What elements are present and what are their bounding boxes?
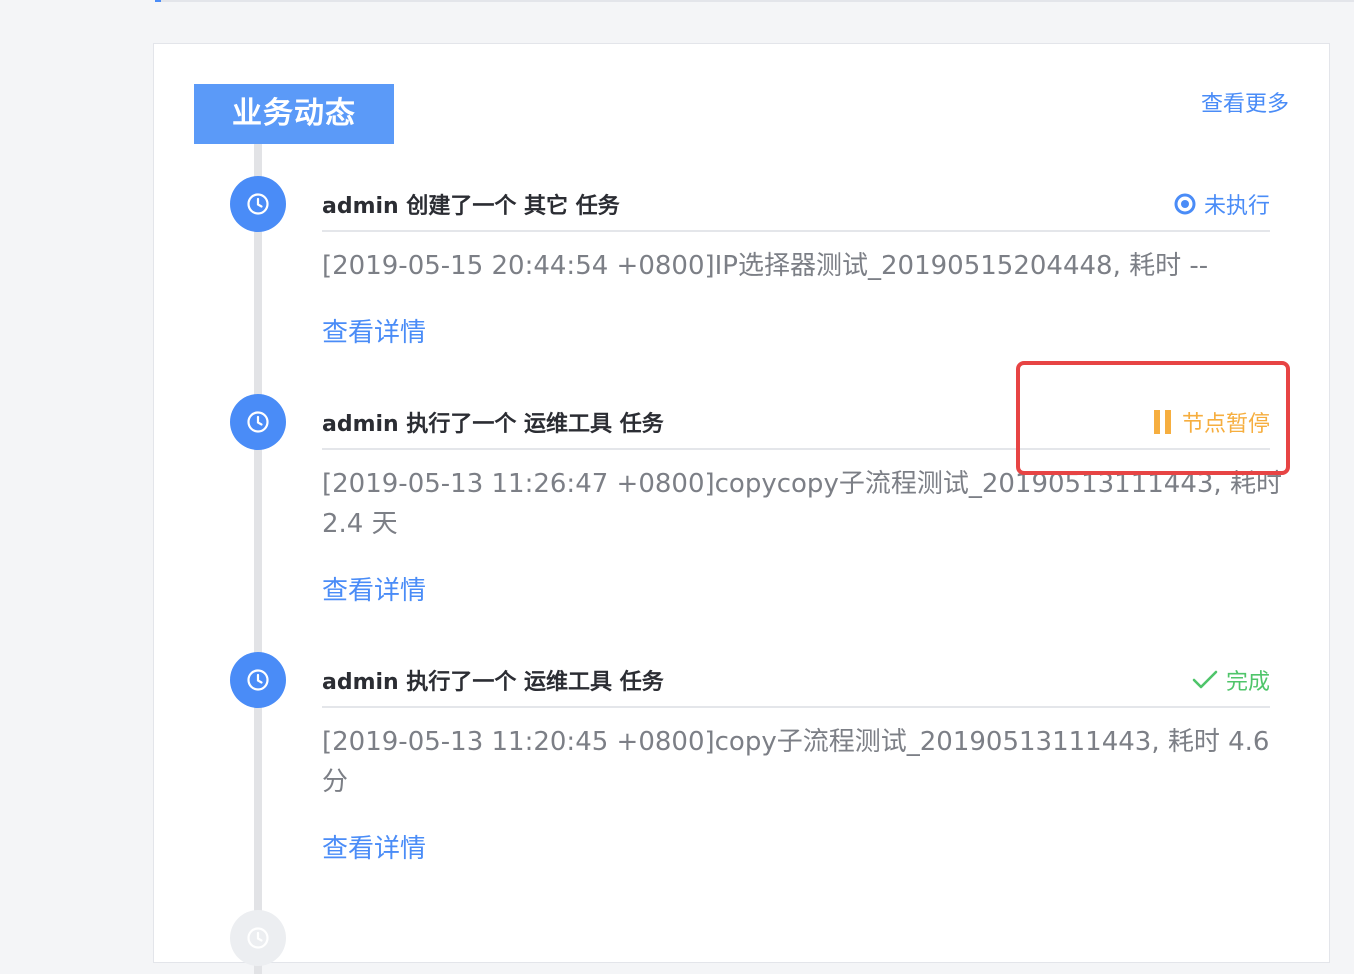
- entry-header: admin 执行了一个 运维工具 任务 完成: [322, 652, 1270, 708]
- status-label: 完成: [1225, 670, 1270, 695]
- entry-header: admin 创建了一个 其它 任务 未执行: [322, 176, 1270, 232]
- radio-dot-icon: [1174, 193, 1196, 215]
- clock-icon: [230, 652, 286, 708]
- view-more-link[interactable]: 查看更多: [1201, 86, 1289, 118]
- entry-description: [2019-05-13 11:20:45 +0800]copy子流程测试_201…: [322, 727, 1270, 797]
- entry-header-text: admin 执行了一个 运维工具 任务: [322, 412, 664, 437]
- status-label: 未执行: [1203, 194, 1270, 219]
- clock-icon: [230, 394, 286, 450]
- status-badge: 完成: [1192, 664, 1270, 696]
- check-icon: [1192, 669, 1218, 691]
- business-activity-card: 业务动态 查看更多 admin 创建了一个 其它 任务 未执行 [2019-05…: [153, 43, 1330, 974]
- clock-icon: [230, 176, 286, 232]
- view-details-link[interactable]: 查看详情: [322, 570, 426, 607]
- entry-header-text: admin 创建了一个 其它 任务: [322, 194, 620, 219]
- highlight-annotation-box: [1016, 361, 1290, 475]
- view-details-link[interactable]: 查看详情: [322, 828, 426, 865]
- clock-icon: [230, 910, 286, 966]
- view-details-link[interactable]: 查看详情: [322, 312, 426, 349]
- status-badge: 未执行: [1174, 188, 1270, 220]
- top-progress-strip: [155, 0, 1354, 2]
- entry-header-text: admin 执行了一个 运维工具 任务: [322, 670, 664, 695]
- timeline-line: [254, 144, 262, 974]
- card-title: 业务动态: [194, 84, 394, 144]
- entry-description: [2019-05-15 20:44:54 +0800]IP选择器测试_20190…: [322, 251, 1209, 281]
- entry-description: [2019-05-13 11:26:47 +0800]copycopy子流程测试…: [322, 469, 1282, 539]
